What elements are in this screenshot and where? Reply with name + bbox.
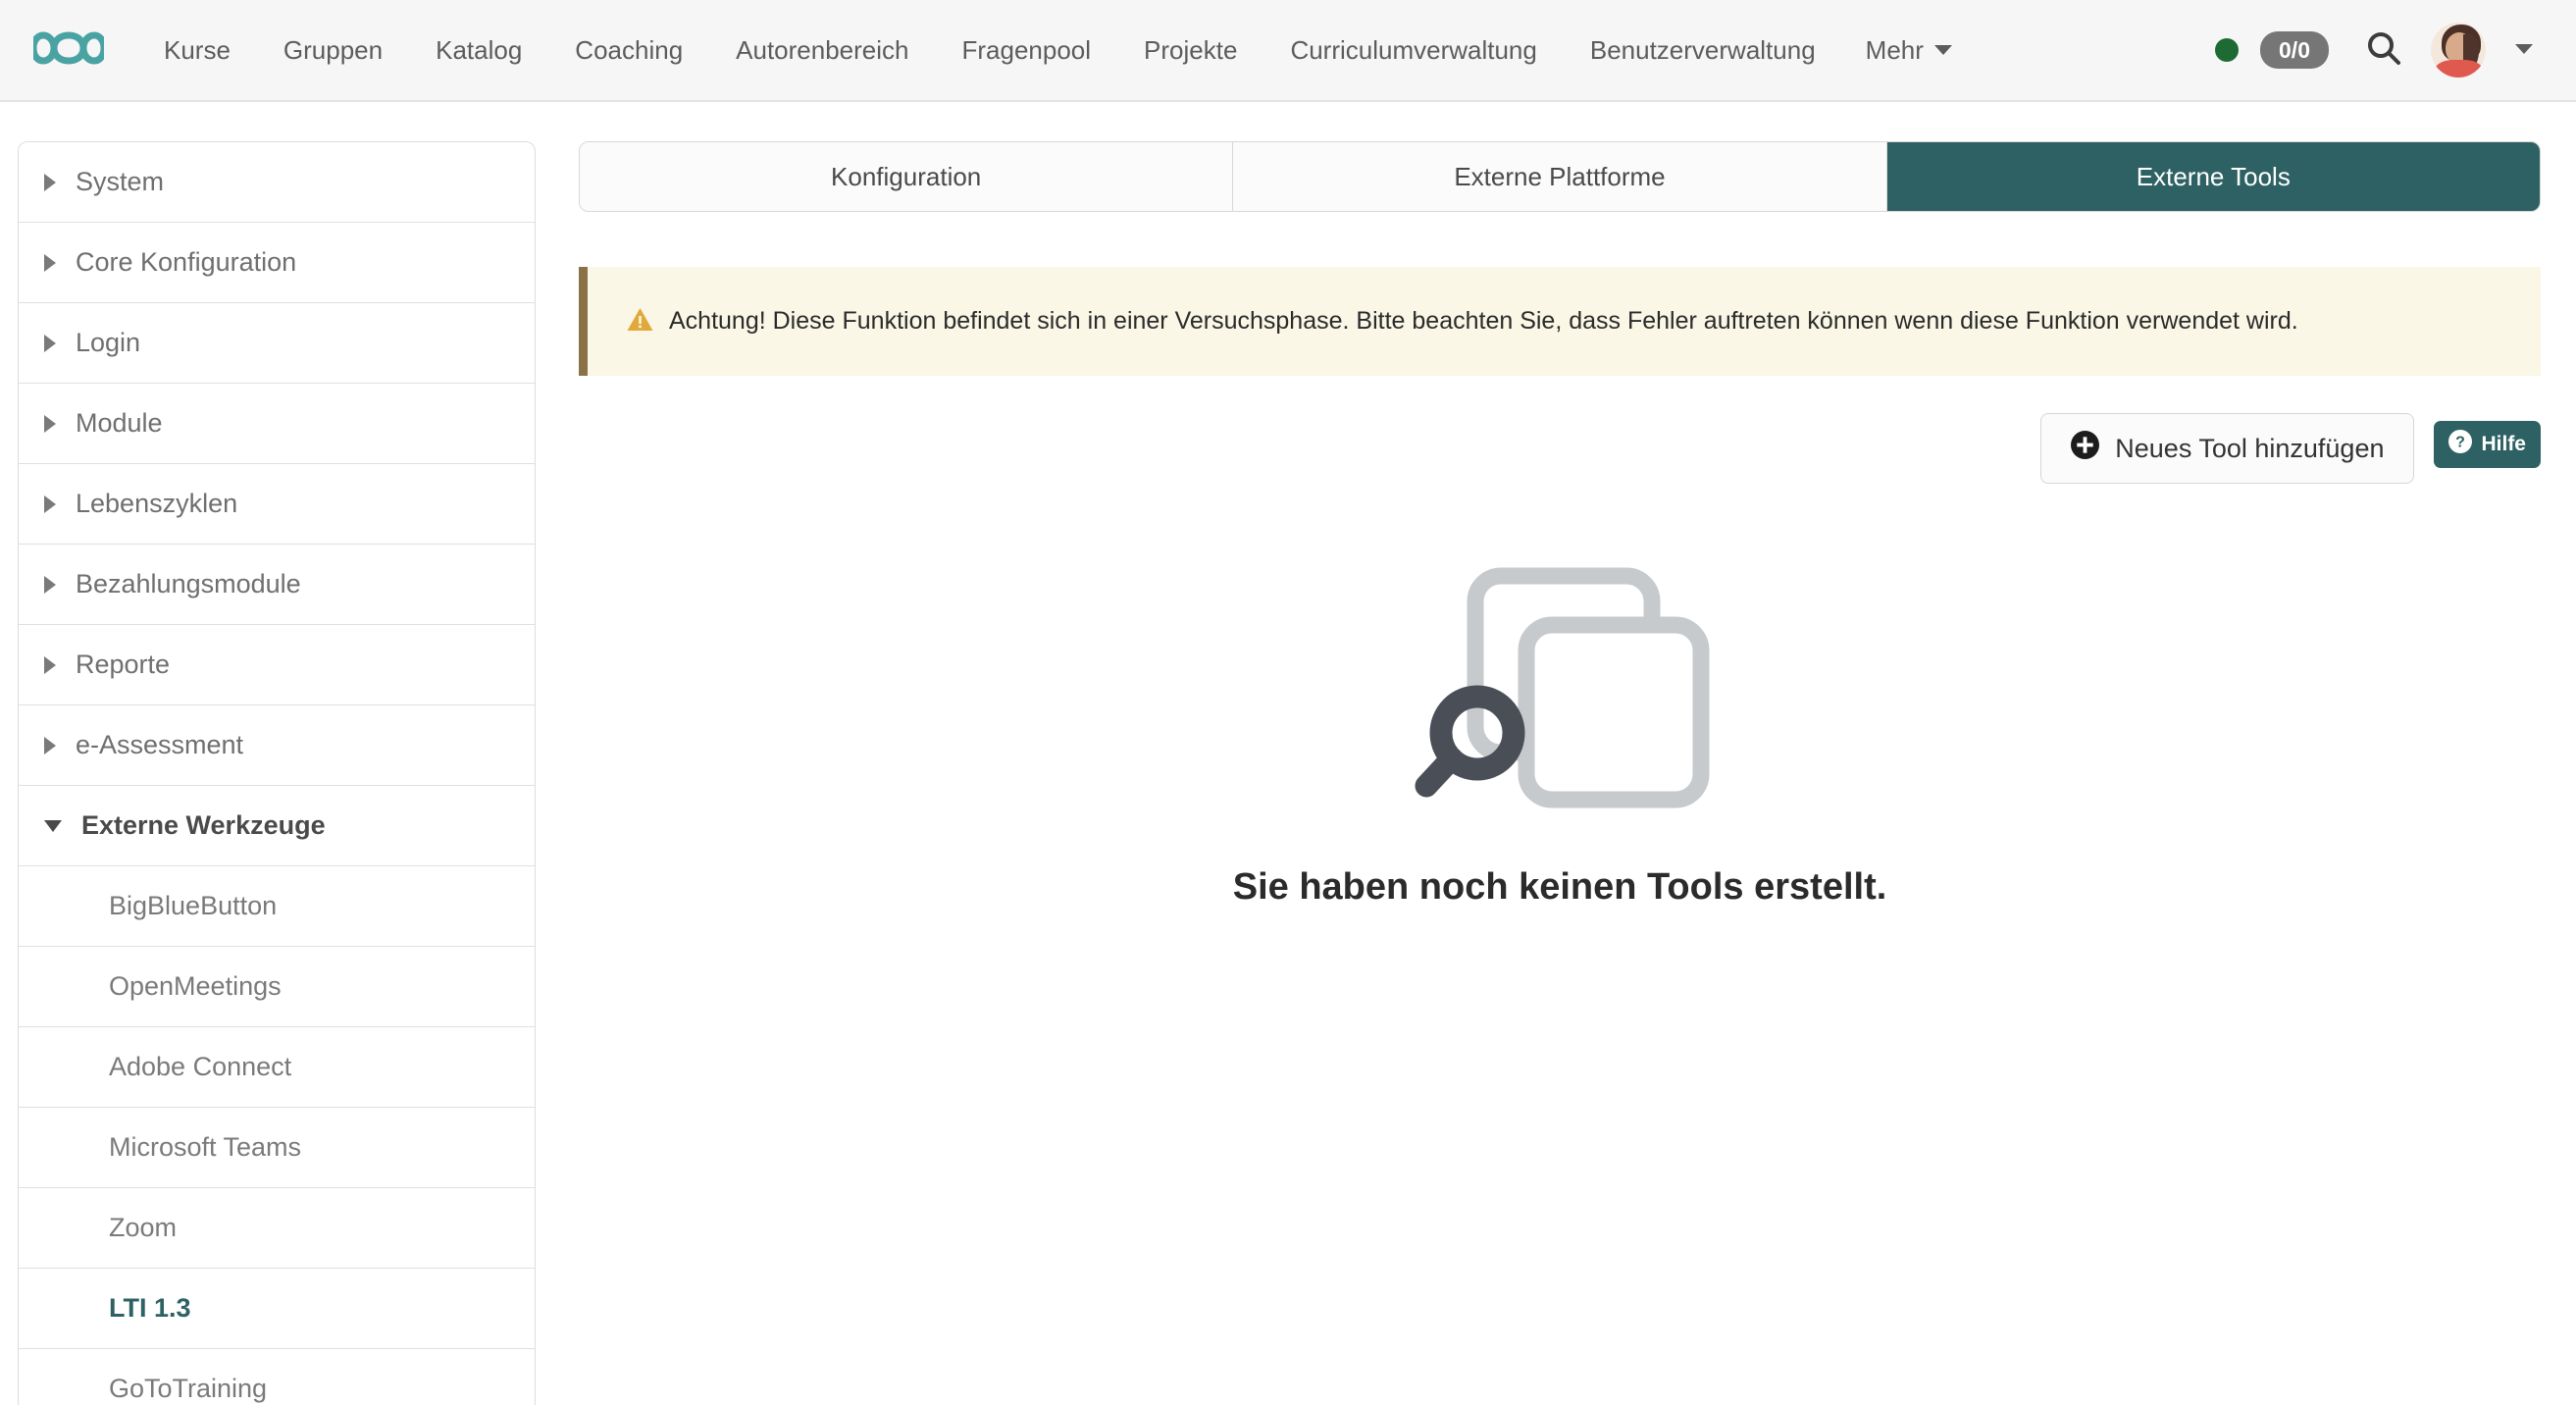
alert-message: Achtung! Diese Funktion befindet sich in…: [669, 304, 2298, 338]
sidebar-item-label: Module: [76, 408, 163, 439]
chevron-down-icon: [2515, 44, 2533, 54]
nav-link-label[interactable]: Benutzerverwaltung: [1564, 26, 1842, 76]
no-results-magnifier-icon: [1403, 554, 1717, 819]
tab-label: Konfiguration: [831, 162, 981, 192]
experimental-warning-alert: Achtung! Diese Funktion befindet sich in…: [579, 267, 2541, 376]
sidebar-item-label: Adobe Connect: [109, 1052, 291, 1082]
sidebar-item-label: Reporte: [76, 650, 170, 680]
avatar-shoulders: [2436, 60, 2482, 78]
question-circle-icon: ?: [2448, 430, 2472, 459]
sidebar-item-label: Bezahlungsmodule: [76, 569, 301, 599]
sidebar-item-label: GoToTraining: [109, 1374, 267, 1404]
sidebar-item-microsoft-teams[interactable]: Microsoft Teams: [19, 1108, 535, 1188]
tab-externe-tools[interactable]: Externe Tools: [1887, 142, 2540, 211]
top-navbar: Kurse Gruppen Katalog Coaching Autorenbe…: [0, 0, 2576, 102]
search-icon: [2365, 29, 2402, 72]
nav-link-label[interactable]: Projekte: [1117, 26, 1263, 76]
chevron-right-icon: [44, 335, 56, 352]
sidebar-item-label: BigBlueButton: [109, 891, 277, 921]
help-badge[interactable]: ? Hilfe: [2434, 421, 2541, 468]
tab-externe-plattforme[interactable]: Externe Plattforme: [1233, 142, 1886, 211]
empty-state-title: Sie haben noch keinen Tools erstellt.: [1233, 866, 1887, 909]
sidebar-item-bezahlungsmodule[interactable]: Bezahlungsmodule: [19, 545, 535, 625]
tab-label: Externe Plattforme: [1454, 162, 1665, 192]
nav-link-label[interactable]: Coaching: [548, 26, 709, 76]
sidebar-item-e-assessment[interactable]: e-Assessment: [19, 705, 535, 786]
search-button[interactable]: [2358, 25, 2409, 76]
sidebar-item-externe-werkzeuge[interactable]: Externe Werkzeuge: [19, 786, 535, 866]
plus-circle-icon: [2071, 431, 2099, 466]
nav-item-projekte[interactable]: Projekte: [1117, 26, 1263, 76]
sidebar-item-label: Login: [76, 328, 140, 358]
sidebar-item-label: Zoom: [109, 1213, 177, 1243]
sidebar-item-system[interactable]: System: [19, 142, 535, 223]
infinity-logo-icon: [33, 26, 104, 76]
nav-item-autorenbereich[interactable]: Autorenbereich: [709, 26, 935, 76]
add-new-tool-label: Neues Tool hinzufügen: [2115, 434, 2384, 464]
svg-text:?: ?: [2456, 435, 2466, 451]
add-new-tool-button[interactable]: Neues Tool hinzufügen: [2040, 413, 2414, 484]
main-content: Konfiguration Externe Plattforme Externe…: [536, 141, 2576, 909]
chevron-right-icon: [44, 174, 56, 191]
sidebar-item-gototraining[interactable]: GoToTraining: [19, 1349, 535, 1405]
sidebar-item-openmeetings[interactable]: OpenMeetings: [19, 947, 535, 1027]
user-menu-button[interactable]: [2507, 33, 2541, 67]
nav-link-label[interactable]: Kurse: [137, 26, 257, 76]
sidebar-item-adobe-connect[interactable]: Adobe Connect: [19, 1027, 535, 1108]
page-body: System Core Konfiguration Login Module L…: [0, 102, 2576, 1405]
nav-item-mehr[interactable]: Mehr: [1842, 26, 1976, 76]
chevron-right-icon: [44, 254, 56, 272]
empty-state: Sie haben noch keinen Tools erstellt.: [579, 554, 2541, 909]
main-nav-list: Kurse Gruppen Katalog Coaching Autorenbe…: [137, 26, 2215, 76]
sidebar-item-label: LTI 1.3: [109, 1293, 191, 1324]
nav-item-fragenpool[interactable]: Fragenpool: [936, 26, 1118, 76]
sidebar-item-core-konfiguration[interactable]: Core Konfiguration: [19, 223, 535, 303]
chevron-down-icon: [1934, 45, 1952, 55]
warning-triangle-icon: [627, 307, 653, 337]
sidebar-item-label: Core Konfiguration: [76, 247, 296, 278]
tab-bar: Konfiguration Externe Plattforme Externe…: [579, 141, 2541, 212]
chevron-right-icon: [44, 656, 56, 674]
nav-item-curriculumverwaltung[interactable]: Curriculumverwaltung: [1263, 26, 1563, 76]
sidebar-item-label: e-Assessment: [76, 730, 243, 760]
sidebar-item-label: OpenMeetings: [109, 971, 282, 1002]
sidebar-item-lti-13[interactable]: LTI 1.3: [19, 1269, 535, 1349]
chevron-down-icon: [44, 820, 62, 832]
nav-item-kurse[interactable]: Kurse: [137, 26, 257, 76]
sidebar-item-label: Lebenszyklen: [76, 489, 237, 519]
nav-link-label[interactable]: Fragenpool: [936, 26, 1118, 76]
avatar[interactable]: [2431, 23, 2486, 78]
sidebar-item-zoom[interactable]: Zoom: [19, 1188, 535, 1269]
nav-item-coaching[interactable]: Coaching: [548, 26, 709, 76]
chevron-right-icon: [44, 495, 56, 513]
sidebar-item-label: System: [76, 167, 164, 197]
sidebar-item-label: Microsoft Teams: [109, 1132, 301, 1163]
nav-link-label[interactable]: Curriculumverwaltung: [1263, 26, 1563, 76]
sidebar-item-bigbluebutton[interactable]: BigBlueButton: [19, 866, 535, 947]
brand-logo[interactable]: [22, 20, 116, 80]
navbar-right-actions: 0/0: [2215, 23, 2541, 78]
chevron-right-icon: [44, 415, 56, 433]
nav-more-label: Mehr: [1866, 35, 1924, 66]
nav-link-label[interactable]: Autorenbereich: [709, 26, 935, 76]
chevron-right-icon: [44, 576, 56, 594]
tab-label: Externe Tools: [2137, 162, 2291, 192]
content-toolbar: Neues Tool hinzufügen ? Hilfe: [579, 413, 2541, 484]
notification-count-badge[interactable]: 0/0: [2260, 31, 2329, 69]
chevron-right-icon: [44, 737, 56, 755]
sidebar-item-label: Externe Werkzeuge: [81, 810, 326, 841]
nav-item-benutzerverwaltung[interactable]: Benutzerverwaltung: [1564, 26, 1842, 76]
help-badge-label: Hilfe: [2481, 433, 2526, 456]
admin-sidebar: System Core Konfiguration Login Module L…: [18, 141, 536, 1405]
status-online-dot-icon: [2215, 38, 2239, 62]
nav-item-katalog[interactable]: Katalog: [409, 26, 548, 76]
sidebar-item-module[interactable]: Module: [19, 384, 535, 464]
nav-link-label[interactable]: Katalog: [409, 26, 548, 76]
tab-konfiguration[interactable]: Konfiguration: [580, 142, 1233, 211]
nav-item-gruppen[interactable]: Gruppen: [257, 26, 409, 76]
sidebar-item-lebenszyklen[interactable]: Lebenszyklen: [19, 464, 535, 545]
sidebar-item-reporte[interactable]: Reporte: [19, 625, 535, 705]
sidebar-item-login[interactable]: Login: [19, 303, 535, 384]
nav-link-label[interactable]: Gruppen: [257, 26, 409, 76]
